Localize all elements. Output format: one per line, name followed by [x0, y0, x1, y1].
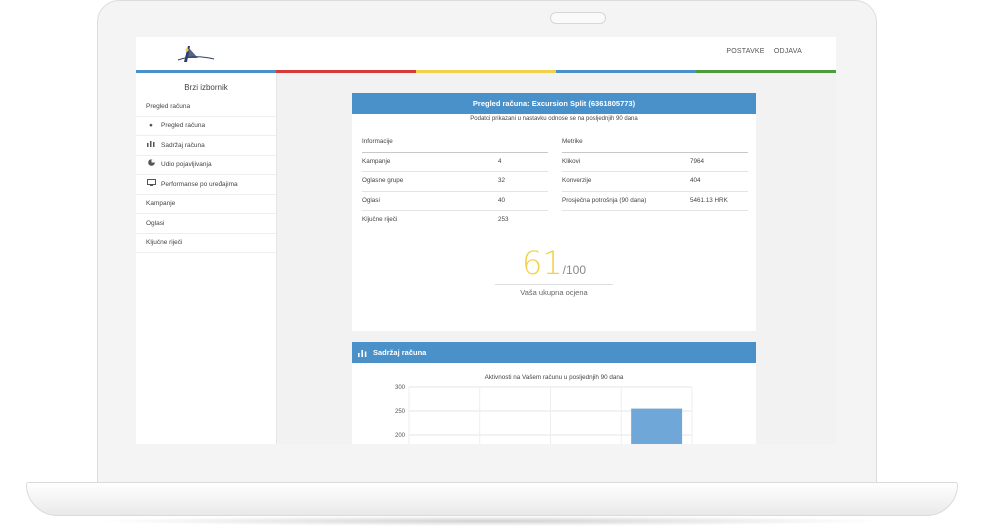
color-segment: [556, 70, 696, 73]
camera-notch: [550, 12, 606, 24]
sidebar-title: Brzi izbornik: [184, 83, 228, 92]
row-label: Ključne riječi: [362, 216, 398, 223]
row-label: Kampanje: [362, 157, 391, 165]
score-label: Vaša ukupna ocjena: [520, 288, 588, 297]
table-row: Konverzije 404: [562, 172, 748, 192]
metrics-table: Metrike Klikovi 7964 Konverzije 404 Pros…: [562, 133, 748, 230]
row-value: 404: [690, 177, 701, 184]
y-tick-label: 250: [395, 409, 406, 415]
chart-bar[interactable]: [631, 408, 683, 444]
y-tick-label: 300: [395, 385, 406, 391]
activity-chart: 300 250 200: [395, 385, 693, 444]
table-row: Klikovi 7964: [562, 153, 748, 172]
color-segment: [276, 70, 416, 73]
row-label: Klikovi: [562, 157, 581, 165]
sidebar-item-campaigns[interactable]: Kampanje: [136, 195, 276, 214]
table-row: Kampanje 4: [362, 153, 548, 172]
top-bar: POSTAVKE ODJAVA: [136, 37, 836, 70]
row-label: Oglasne grupe: [362, 177, 404, 184]
row-value: 5461.13 HRK: [690, 196, 728, 204]
total-score: 61/100 Vaša ukupna ocjena: [352, 244, 756, 297]
bar-chart-icon: [358, 349, 367, 357]
app-screen: POSTAVKE ODJAVA Brzi izbornik Pregled ra…: [136, 37, 836, 444]
logout-link[interactable]: ODJAVA: [774, 48, 802, 55]
panel-subtitle: Podatci prikazani u nastavku odnose se n…: [470, 116, 638, 122]
row-value: 7964: [690, 157, 705, 165]
row-label: Prosječna potrošnja (90 dana): [562, 196, 647, 204]
laptop-shadow: [90, 516, 890, 526]
chart-title: Aktivnosti na Vašem računu u posljednjih…: [484, 374, 624, 381]
score-divider: [495, 284, 613, 285]
color-segment: [416, 70, 556, 73]
y-tick-label: 200: [395, 433, 406, 439]
table-row: Prosječna potrošnja (90 dana) 5461.13 HR…: [562, 192, 748, 211]
sidebar-item-label: Udio pojavljivanja: [161, 161, 212, 168]
user-icon: ●: [149, 122, 153, 129]
sidebar-item-account-overview[interactable]: ● Pregled računa: [136, 117, 276, 136]
pie-chart-icon: [146, 155, 156, 175]
info-table: Informacije Kampanje 4 Oglasne grupe 32 …: [362, 133, 548, 230]
table-header: Metrike: [562, 138, 583, 145]
score-max: /100: [562, 263, 587, 277]
table-row: Oglasne grupe 32: [362, 172, 548, 192]
table-header-row: Metrike: [562, 133, 748, 153]
bar-chart-icon: [146, 136, 156, 156]
sidebar: Brzi izbornik Pregled računa ● Pregled r…: [136, 73, 277, 444]
table-row: Ključne riječi 253: [362, 211, 548, 230]
sidebar-item-account-overview-section[interactable]: Pregled računa: [136, 97, 276, 117]
panel-title: Sadržaj računa: [373, 348, 427, 357]
sidebar-item-label: Pregled računa: [146, 102, 191, 110]
row-value: 4: [498, 157, 502, 165]
row-value: 32: [498, 177, 506, 184]
row-value: 253: [498, 216, 509, 223]
account-content-panel: Sadržaj računa Aktivnosti na Vašem račun…: [352, 342, 756, 444]
sidebar-item-account-content[interactable]: Sadržaj računa: [136, 136, 276, 156]
color-segment: [696, 70, 836, 73]
score-value: 61: [521, 244, 563, 282]
row-label: Oglasi: [362, 196, 380, 204]
sidebar-item-label: Kampanje: [146, 200, 176, 207]
sidebar-item-keywords[interactable]: Ključne riječi: [136, 234, 276, 253]
devices-icon: [146, 175, 156, 195]
sidebar-item-label: Sadržaj računa: [161, 141, 205, 149]
panel-title: Pregled računa: Excursion Split (6361805…: [352, 93, 756, 114]
row-label: Konverzije: [562, 177, 592, 184]
settings-link[interactable]: POSTAVKE: [726, 48, 764, 55]
top-nav: POSTAVKE ODJAVA: [719, 48, 802, 55]
sidebar-item-device-performance[interactable]: Performanse po uređajima: [136, 175, 276, 195]
account-overview-panel: Pregled računa: Excursion Split (6361805…: [352, 93, 756, 331]
sidebar-item-ads[interactable]: Oglasi: [136, 214, 276, 234]
sidebar-item-impression-share[interactable]: Udio pojavljivanja: [136, 155, 276, 175]
table-header-row: Informacije: [362, 133, 548, 153]
overview-tables: Informacije Kampanje 4 Oglasne grupe 32 …: [362, 133, 748, 230]
row-value: 40: [498, 196, 506, 204]
laptop-base: [26, 482, 958, 516]
sidebar-item-label: Oglasi: [146, 219, 165, 227]
sidebar-item-label: Ključne riječi: [146, 239, 183, 246]
sidebar-item-label: Pregled računa: [161, 122, 206, 129]
table-row: Oglasi 40: [362, 192, 548, 211]
panel-header: Sadržaj računa: [352, 342, 756, 363]
table-header: Informacije: [362, 138, 393, 145]
sidebar-item-label: Performanse po uređajima: [161, 180, 238, 188]
logo-icon: [177, 46, 215, 62]
